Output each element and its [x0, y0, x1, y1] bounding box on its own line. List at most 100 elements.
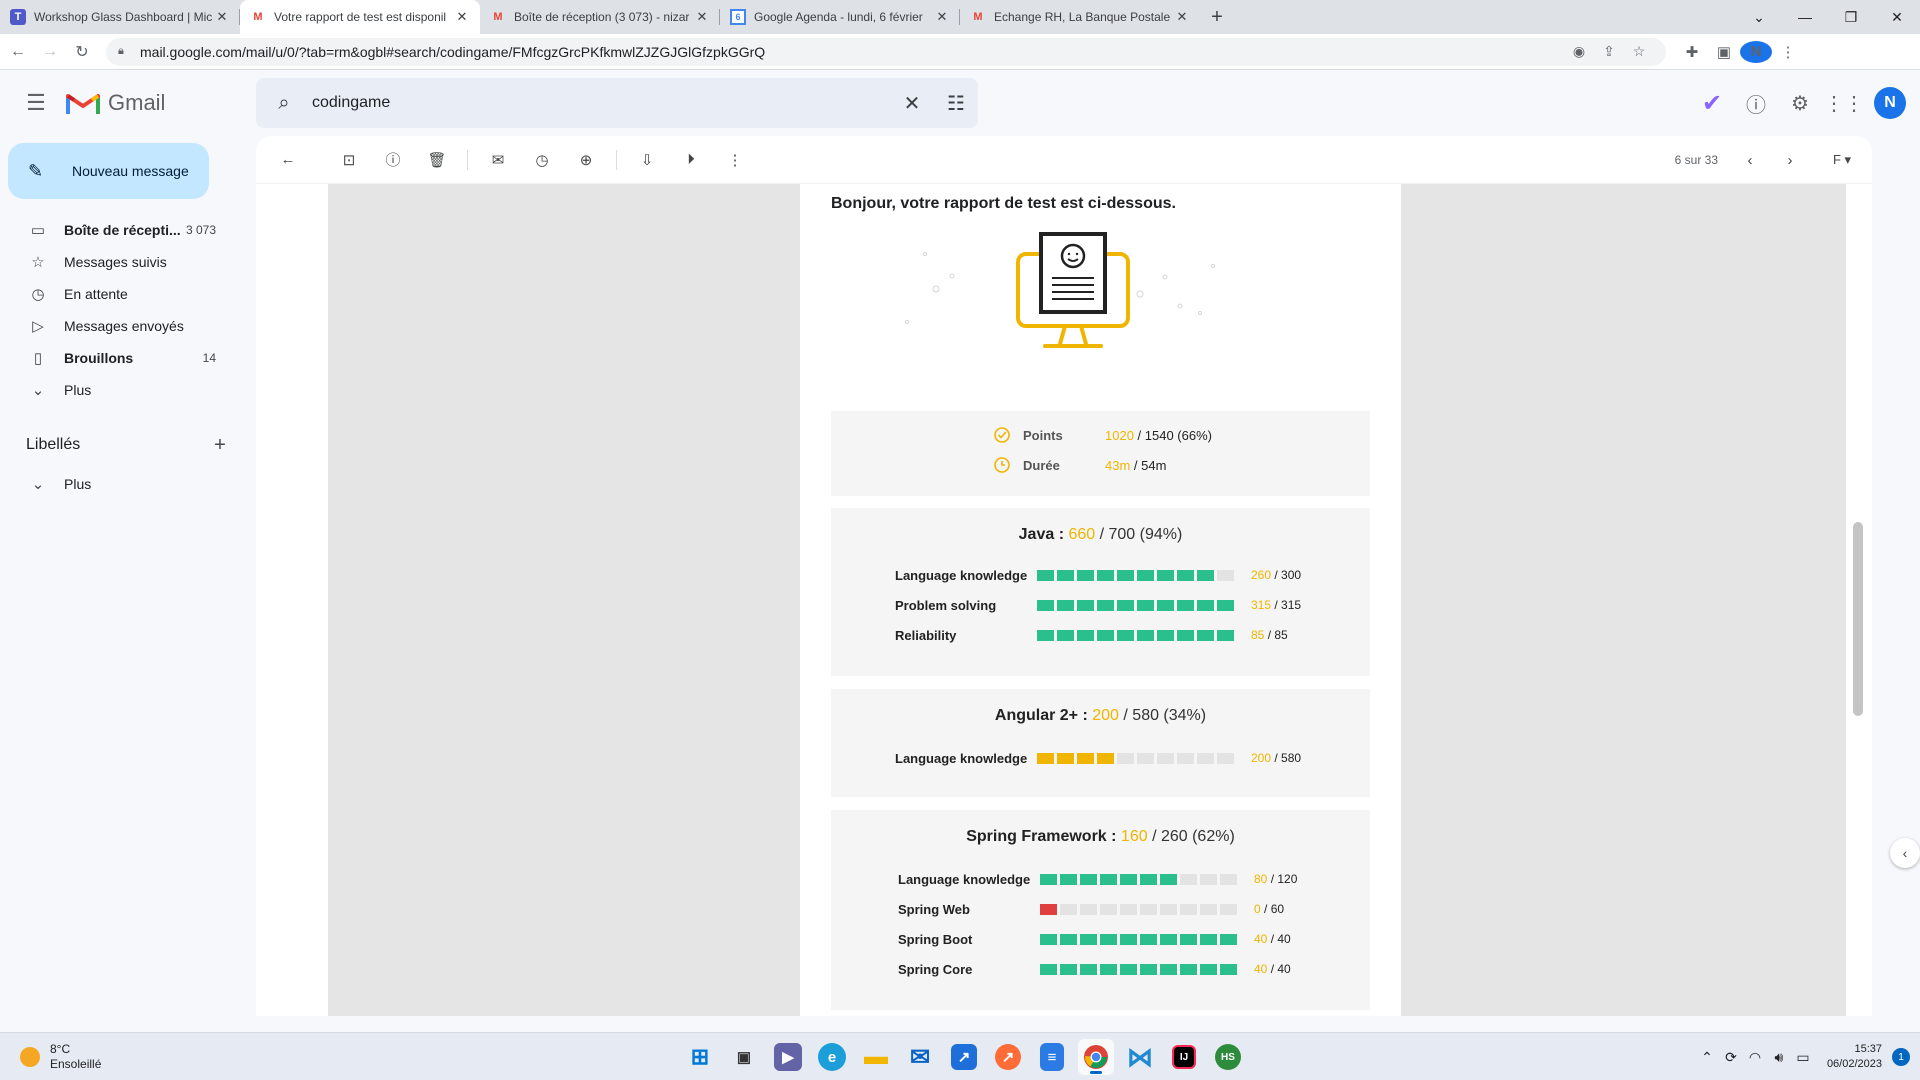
- close-icon[interactable]: ✕: [694, 9, 710, 25]
- browser-tab-inbox[interactable]: M Boîte de réception (3 073) - nizar ✕: [480, 0, 720, 34]
- notification-badge[interactable]: 1: [1892, 1048, 1910, 1066]
- chrome-icon[interactable]: [1078, 1039, 1114, 1075]
- progress-segment: [1177, 752, 1194, 764]
- tab-title: Echange RH, La Banque Postale -: [994, 10, 1174, 24]
- more-options-icon[interactable]: ⋮: [715, 140, 755, 180]
- extensions-icon[interactable]: ✚: [1676, 43, 1708, 61]
- browser-tab-rh[interactable]: M Echange RH, La Banque Postale - ✕: [960, 0, 1200, 34]
- archive-icon[interactable]: ⊡: [329, 140, 369, 180]
- progress-segment: [1057, 629, 1074, 641]
- close-icon[interactable]: ✕: [454, 9, 470, 25]
- task-view-icon[interactable]: ▣: [726, 1039, 762, 1075]
- postman-icon[interactable]: ↗: [995, 1044, 1021, 1070]
- window-close-icon[interactable]: ✕: [1874, 0, 1920, 34]
- browser-tab-teams[interactable]: T Workshop Glass Dashboard | Mic ✕: [0, 0, 240, 34]
- start-windows-icon[interactable]: ⊞: [682, 1039, 718, 1075]
- azure-icon[interactable]: ↗: [951, 1044, 977, 1070]
- bookmark-star-icon[interactable]: ☆: [1624, 43, 1654, 60]
- scrollbar-thumb[interactable]: [1853, 522, 1863, 716]
- nav-label: En attente: [64, 286, 128, 302]
- minimize-icon[interactable]: —: [1782, 0, 1828, 34]
- help-icon[interactable]: ⓘ: [1734, 89, 1778, 118]
- skill-bar: [1040, 933, 1237, 945]
- notepad-icon[interactable]: ≡: [1040, 1043, 1064, 1071]
- nav-item-snoozed[interactable]: ◷ En attente: [0, 278, 240, 310]
- mark-unread-icon[interactable]: ✉: [478, 140, 518, 180]
- clear-search-icon[interactable]: ✕: [890, 91, 934, 116]
- eye-icon[interactable]: ◉: [1564, 43, 1594, 60]
- chevron-up-icon[interactable]: ⌃: [1695, 1049, 1719, 1066]
- section-name: Spring Framework: [966, 828, 1107, 845]
- back-icon[interactable]: ←: [4, 38, 32, 66]
- move-to-icon[interactable]: ⇩: [627, 140, 667, 180]
- browser-tab-report[interactable]: M Votre rapport de test est disponil ✕: [240, 0, 480, 34]
- close-icon[interactable]: ✕: [934, 9, 950, 25]
- gmail-logo[interactable]: Gmail: [66, 90, 256, 116]
- vscode-icon[interactable]: ⋈: [1122, 1039, 1158, 1075]
- side-panel-chevron-icon[interactable]: ‹: [1890, 838, 1920, 868]
- snooze-icon[interactable]: ◷: [522, 140, 562, 180]
- new-tab-button[interactable]: +: [1200, 0, 1234, 34]
- settings-gear-icon[interactable]: ⚙: [1778, 91, 1822, 116]
- weather-widget[interactable]: 8°C Ensoleillé: [20, 1042, 101, 1072]
- compose-button[interactable]: ✎ Nouveau message: [8, 143, 209, 199]
- edge-icon[interactable]: e: [818, 1043, 846, 1071]
- side-panel-icon[interactable]: ▣: [1708, 43, 1740, 61]
- file-explorer-icon[interactable]: ▬: [858, 1039, 894, 1075]
- sync-icon[interactable]: ⟳: [1719, 1049, 1743, 1066]
- reload-icon[interactable]: ↻: [68, 38, 96, 66]
- search-icon[interactable]: ⌕: [256, 92, 312, 115]
- tasks-check-icon[interactable]: ✔: [1690, 89, 1734, 118]
- battery-icon[interactable]: ▭: [1791, 1049, 1815, 1066]
- add-label-icon[interactable]: +: [200, 434, 240, 457]
- input-tools-selector[interactable]: F ▾: [1812, 152, 1872, 168]
- progress-segment: [1097, 629, 1114, 641]
- apps-grid-icon[interactable]: ⋮⋮: [1822, 91, 1866, 116]
- wifi-icon[interactable]: ◠: [1743, 1049, 1767, 1066]
- progress-segment: [1217, 599, 1234, 611]
- next-chevron-icon[interactable]: ›: [1772, 140, 1808, 180]
- share-icon[interactable]: ⇪: [1594, 43, 1624, 60]
- browser-menu-icon[interactable]: ⋮: [1772, 43, 1804, 61]
- address-bar[interactable]: 🔒︎ mail.google.com/mail/u/0/?tab=rm&ogbl…: [106, 37, 1666, 66]
- previous-chevron-icon[interactable]: ‹: [1732, 140, 1768, 180]
- progress-segment: [1117, 599, 1134, 611]
- restore-icon[interactable]: ❐: [1828, 0, 1874, 34]
- teams-chat-icon[interactable]: ▶: [774, 1043, 802, 1071]
- progress-segment: [1197, 752, 1214, 764]
- teams-icon: T: [10, 9, 26, 25]
- content-scrollbar[interactable]: [1846, 184, 1872, 1016]
- search-options-icon[interactable]: ☷: [934, 91, 978, 116]
- close-icon[interactable]: ✕: [214, 9, 230, 25]
- nav-item-starred[interactable]: ☆ Messages suivis: [0, 246, 240, 278]
- label-icon[interactable]: ⏵: [671, 140, 711, 180]
- main-menu-icon[interactable]: ☰: [12, 79, 60, 127]
- account-avatar[interactable]: N: [1874, 87, 1906, 119]
- lock-icon[interactable]: 🔒︎: [118, 45, 132, 58]
- url-text[interactable]: mail.google.com/mail/u/0/?tab=rm&ogbl#se…: [140, 44, 1564, 60]
- mail-icon[interactable]: ✉: [902, 1039, 938, 1075]
- labels-more[interactable]: ⌄ Plus: [0, 468, 240, 500]
- nav-item-inbox[interactable]: ▭ Boîte de récepti... 3 073: [0, 214, 240, 246]
- tab-search-icon[interactable]: ⌄: [1736, 0, 1782, 34]
- hubspot-icon[interactable]: HS: [1215, 1044, 1241, 1070]
- section-total: / 260 (62%): [1147, 828, 1235, 845]
- nav-item-sent[interactable]: ▷ Messages envoyés: [0, 310, 240, 342]
- add-task-icon[interactable]: ⊕: [566, 140, 606, 180]
- skill-row: Spring Boot 40 / 40: [898, 930, 1291, 948]
- intellij-icon[interactable]: IJ: [1172, 1045, 1196, 1069]
- nav-item-more[interactable]: ⌄ Plus: [0, 374, 240, 406]
- clock[interactable]: 15:37 06/02/2023: [1827, 1042, 1882, 1072]
- forward-icon[interactable]: →: [36, 38, 64, 66]
- back-arrow-icon[interactable]: ←: [268, 140, 308, 180]
- progress-segment: [1040, 963, 1057, 975]
- volume-icon[interactable]: 🔊︎: [1767, 1049, 1791, 1066]
- delete-icon[interactable]: 🗑︎: [417, 140, 457, 180]
- email-body: Bonjour, votre rapport de test est ci-de…: [800, 184, 1401, 1016]
- close-icon[interactable]: ✕: [1174, 9, 1190, 25]
- browser-profile-avatar[interactable]: N: [1740, 40, 1772, 63]
- browser-tab-calendar[interactable]: 6 Google Agenda - lundi, 6 février ✕: [720, 0, 960, 34]
- search-input[interactable]: codingame: [312, 94, 890, 112]
- report-spam-icon[interactable]: ⓘ: [373, 140, 413, 180]
- nav-item-drafts[interactable]: ▯ Brouillons 14: [0, 342, 240, 374]
